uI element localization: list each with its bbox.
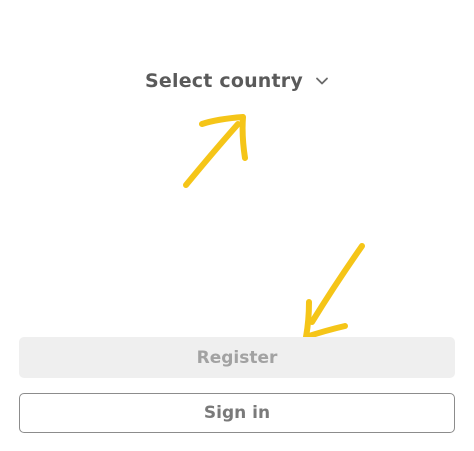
register-button[interactable]: Register [19,337,455,378]
arrow-down-left-icon [303,243,365,340]
sign-in-button[interactable]: Sign in [19,393,455,433]
arrow-up-right-icon [183,114,248,188]
country-selector[interactable]: Select country [0,66,474,96]
country-selector-label: Select country [145,70,303,92]
chevron-down-icon [316,77,328,85]
